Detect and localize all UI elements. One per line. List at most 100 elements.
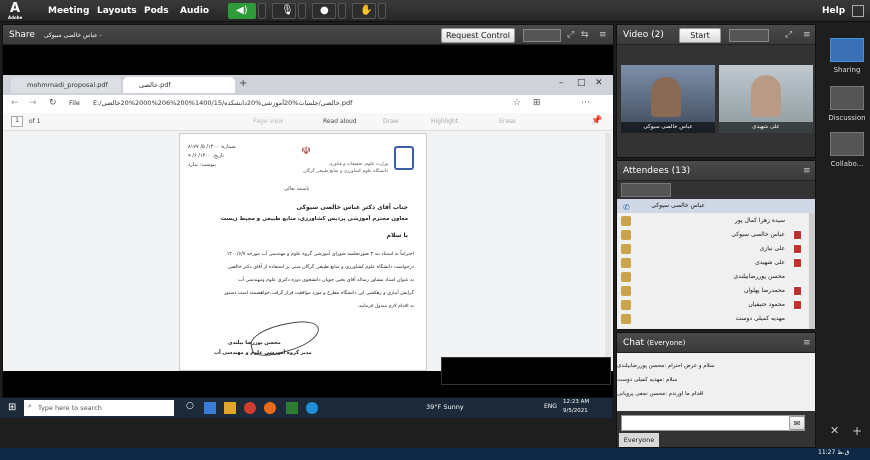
start-webcam-button[interactable]: Start bbox=[679, 28, 721, 43]
fullscreen-icon[interactable] bbox=[852, 5, 864, 17]
pod-options-icon[interactable]: ≡ bbox=[803, 161, 811, 181]
chrome-icon[interactable] bbox=[244, 402, 256, 414]
tab-khalesi[interactable]: خالصی.pdf bbox=[123, 77, 235, 93]
user-icon bbox=[621, 258, 631, 268]
sidebar-collaboration[interactable]: Collabo... bbox=[826, 132, 868, 168]
favorite-icon[interactable]: ☆ bbox=[513, 98, 521, 108]
sidebar-label: Collabo... bbox=[830, 160, 864, 168]
attendee-scrollbar[interactable] bbox=[809, 213, 815, 329]
address-field[interactable]: E:/خالصی/جلسات%20آموزشی%20دانشکده/1400/1… bbox=[93, 99, 413, 107]
forward-icon[interactable]: → bbox=[29, 98, 37, 108]
pod-options-icon[interactable]: ≡ bbox=[599, 25, 607, 45]
collaboration-layout-icon bbox=[830, 132, 864, 156]
page-count: of 1 bbox=[29, 118, 41, 125]
highlight-button[interactable]: Highlight bbox=[431, 118, 458, 125]
app-icon[interactable] bbox=[204, 402, 216, 414]
attendee-view-toggle[interactable] bbox=[621, 183, 671, 197]
page-number-field[interactable]: 1 bbox=[11, 116, 23, 127]
read-aloud-button[interactable]: Read aloud bbox=[323, 118, 357, 125]
recipient-title: معاون محترم آموزشی پردیس کشاورزی، منابع … bbox=[220, 216, 408, 222]
request-control-button[interactable]: Request Control bbox=[441, 28, 515, 43]
camera-dropdown[interactable] bbox=[338, 3, 346, 19]
edge-icon[interactable] bbox=[306, 402, 318, 414]
share-pod-header: Share عباس خالصی سیوکی - Request Control… bbox=[3, 25, 613, 45]
status-dropdown[interactable] bbox=[378, 3, 386, 19]
language[interactable]: ENG bbox=[544, 403, 557, 410]
add-layout-icon[interactable]: + bbox=[852, 424, 862, 438]
video-feed-2[interactable]: علی شهیدی bbox=[719, 65, 813, 133]
collections-icon[interactable]: ⊞ bbox=[533, 98, 541, 108]
chat-tab-everyone[interactable]: Everyone bbox=[619, 433, 659, 447]
draw-button[interactable]: Draw bbox=[383, 118, 399, 125]
minimize-icon[interactable]: – bbox=[559, 78, 564, 88]
sync-icon[interactable]: ⇆ bbox=[581, 25, 589, 45]
webcam-icon: ● bbox=[320, 5, 329, 16]
mic-button[interactable]: 🎙 bbox=[272, 3, 296, 19]
menu-meeting[interactable]: Meeting bbox=[48, 0, 89, 22]
task-view-icon[interactable]: ○ bbox=[186, 401, 194, 411]
more-icon[interactable]: ⋯ bbox=[581, 98, 590, 108]
taskbar-search[interactable]: Type here to search bbox=[24, 400, 174, 416]
pod-options-icon[interactable]: ≡ bbox=[803, 333, 811, 353]
greeting: با سلام bbox=[386, 232, 408, 239]
host-row[interactable]: عباس خالصی سیوکی ✆ bbox=[617, 199, 815, 213]
sidebar-discussion[interactable]: Discussion bbox=[826, 86, 868, 122]
attendees-pod: Attendees (13) ≡ عباس خالصی سیوکی ✆ سیده… bbox=[616, 160, 816, 330]
firefox-icon[interactable] bbox=[264, 402, 276, 414]
user-icon bbox=[621, 300, 631, 310]
signer-title: مدیر گروه آموزشی علوم و مهندسی آب bbox=[214, 350, 312, 356]
back-icon[interactable]: ← bbox=[11, 98, 19, 108]
raise-hand-button[interactable]: ✋ bbox=[352, 3, 376, 19]
pdf-scrollbar[interactable] bbox=[605, 133, 611, 371]
chat-pod: Chat (Everyone) ≡ سلام و عرض احترام :محس… bbox=[616, 332, 816, 448]
refresh-icon[interactable]: ↻ bbox=[49, 98, 57, 108]
mic-status-icon bbox=[793, 286, 802, 296]
share-pod: Share عباس خالصی سیوکی - Request Control… bbox=[2, 24, 614, 398]
taskbar-time[interactable]: 12:23 AM bbox=[563, 399, 589, 405]
chat-header: Chat (Everyone) ≡ bbox=[617, 333, 815, 353]
pod-options-icon[interactable]: ≡ bbox=[803, 25, 811, 45]
camera-button[interactable]: ● bbox=[312, 3, 336, 19]
folder-icon[interactable] bbox=[224, 402, 236, 414]
taskbar-date[interactable]: 9/5/2021 bbox=[563, 408, 588, 414]
speaker-dropdown[interactable] bbox=[258, 3, 266, 19]
menu-audio[interactable]: Audio bbox=[180, 0, 209, 22]
video-view-toggle[interactable] bbox=[729, 29, 769, 42]
video-feed-1[interactable]: عباس خالصی سیوکی bbox=[621, 65, 715, 133]
body-line: احتراماً به استناد بند ۳ صورتجلسه شورای … bbox=[226, 252, 414, 257]
user-icon bbox=[621, 314, 631, 324]
mic-dropdown[interactable] bbox=[298, 3, 306, 19]
windows-start-icon[interactable]: ⊞ bbox=[8, 402, 16, 413]
page-view-button[interactable]: Page view bbox=[253, 118, 283, 125]
new-tab-icon[interactable]: + bbox=[239, 78, 247, 89]
excel-icon[interactable] bbox=[286, 402, 298, 414]
tab-proposal[interactable]: mohmmadi_proposal.pdf bbox=[11, 77, 121, 93]
menu-help[interactable]: Help bbox=[822, 0, 845, 22]
body-line: به اقدام لازم مبذول فرمایید. bbox=[357, 304, 414, 309]
host-clock: 11:27 ق.ظ bbox=[818, 449, 850, 456]
discussion-layout-icon bbox=[830, 86, 864, 110]
sidebar-sharing[interactable]: Sharing bbox=[826, 38, 868, 74]
recipient-name: جناب آقای دکتر عباس خالصی سیوکی bbox=[296, 204, 408, 211]
maximize-icon[interactable]: □ bbox=[577, 78, 586, 88]
pdf-page: ☫ وزارت علوم، تحقیقات و فناوری دانشگاه ع… bbox=[179, 133, 427, 371]
speaker-button[interactable]: ◀) bbox=[228, 3, 256, 19]
video-pod-header: Video (2) Start ⤢ ≡ bbox=[617, 25, 815, 45]
menu-pods[interactable]: Pods bbox=[144, 0, 169, 22]
attendees-count: (13) bbox=[671, 166, 691, 176]
erase-button[interactable]: Erase bbox=[499, 118, 516, 125]
menu-layouts[interactable]: Layouts bbox=[97, 0, 137, 22]
letter-body: احتراماً به استناد بند ۳ صورتجلسه شورای … bbox=[188, 248, 414, 313]
close-icon[interactable]: ✕ bbox=[595, 78, 603, 88]
tools-icon[interactable]: ✕ bbox=[830, 424, 839, 437]
view-toggle[interactable] bbox=[523, 29, 561, 42]
fullscreen-icon[interactable]: ⤢ bbox=[567, 25, 574, 45]
chat-input[interactable] bbox=[621, 415, 805, 431]
attendee-row[interactable]: مهدیه کمیلی دوست bbox=[617, 311, 809, 327]
university-name: دانشگاه علوم کشاورزی و منابع طبیعی گرگان bbox=[303, 169, 388, 174]
send-button[interactable]: ✉ bbox=[789, 416, 805, 430]
menubar: A Adobe Meeting Layouts Pods Audio ◀) 🎙 ●… bbox=[0, 0, 870, 22]
pin-icon[interactable]: 📌 bbox=[591, 116, 602, 126]
weather[interactable]: 39°F Sunny bbox=[426, 403, 464, 411]
fullscreen-icon[interactable]: ⤢ bbox=[785, 25, 792, 45]
